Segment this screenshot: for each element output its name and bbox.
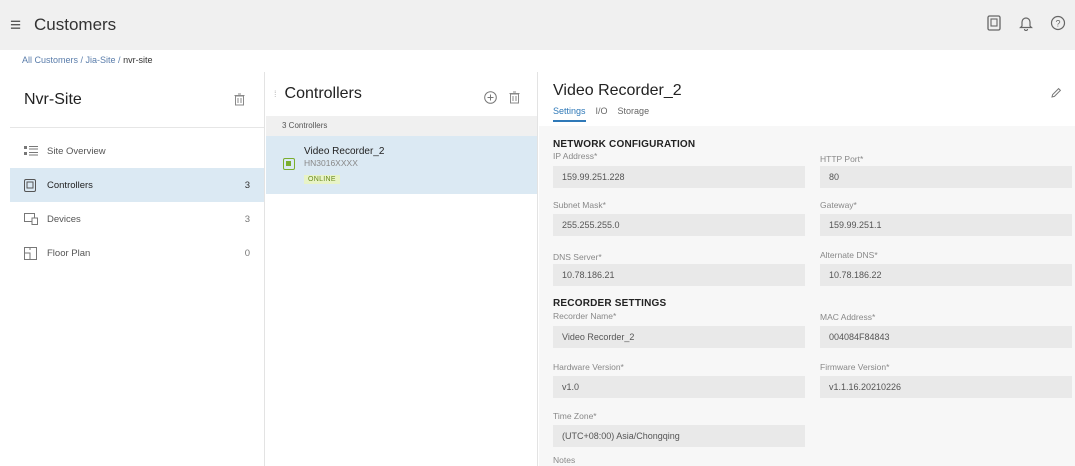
pencil-icon[interactable] xyxy=(1047,84,1065,102)
controller-serial: HN3016XXXX xyxy=(304,158,358,168)
hardware-version-field[interactable]: v1.0 xyxy=(553,376,805,398)
time-zone-label: Time Zone* xyxy=(553,411,597,421)
tab-storage[interactable]: Storage xyxy=(618,106,650,122)
controllers-count: 3 Controllers xyxy=(266,116,537,136)
settings-form: NETWORK CONFIGURATION IP Address* 159.99… xyxy=(539,126,1075,466)
trash-icon[interactable] xyxy=(505,88,523,106)
recorder-section-title: RECORDER SETTINGS xyxy=(553,298,667,309)
nav-item-label: Site Overview xyxy=(47,145,106,157)
time-zone-field[interactable]: (UTC+08:00) Asia/Chongqing xyxy=(553,425,805,447)
subnet-mask-label: Subnet Mask* xyxy=(553,200,606,210)
controllers-title: Controllers xyxy=(284,85,362,102)
tab-settings[interactable]: Settings xyxy=(553,106,586,122)
gateway-field[interactable]: 159.99.251.1 xyxy=(820,214,1072,236)
breadcrumb: All Customers / Jia-Site / nvr-site xyxy=(22,55,153,65)
site-header: Nvr-Site xyxy=(10,72,264,128)
controller-status-icon xyxy=(283,158,295,170)
controllers-panel: ⁞ Controllers 3 Controllers Video Record… xyxy=(266,72,538,466)
nav-item-count: 3 xyxy=(244,213,250,225)
site-panel: Nvr-Site Site Overview Controllers 3 Dev… xyxy=(10,72,265,466)
nav-item-controllers[interactable]: Controllers 3 xyxy=(10,168,264,202)
help-icon[interactable]: ? xyxy=(1049,14,1067,32)
mac-address-label: MAC Address* xyxy=(820,312,876,322)
controller-list-item[interactable]: Video Recorder_2 HN3016XXXX ONLINE xyxy=(266,136,537,194)
firmware-version-label: Firmware Version* xyxy=(820,362,890,372)
gateway-label: Gateway* xyxy=(820,200,857,210)
subnet-mask-field[interactable]: 255.255.255.0 xyxy=(553,214,805,236)
breadcrumb-link-jia-site[interactable]: Jia-Site xyxy=(86,55,116,65)
devices-icon xyxy=(24,213,38,225)
list-icon xyxy=(24,145,38,157)
add-circle-icon[interactable] xyxy=(481,88,499,106)
floor-plan-icon xyxy=(24,247,38,260)
top-bar: ≡ Customers ? xyxy=(0,0,1075,50)
detail-panel: Video Recorder_2 Settings I/O Storage NE… xyxy=(539,72,1075,466)
nav-item-label: Controllers xyxy=(47,179,93,191)
controllers-header: ⁞ Controllers xyxy=(266,72,537,116)
status-badge: ONLINE xyxy=(304,175,340,184)
hardware-version-label: Hardware Version* xyxy=(553,362,624,372)
nav-item-label: Floor Plan xyxy=(47,247,91,259)
drag-handle-icon[interactable]: ⁞ xyxy=(274,89,277,99)
nav-item-count: 3 xyxy=(244,179,250,191)
nav-item-label: Devices xyxy=(47,213,81,225)
tab-io[interactable]: I/O xyxy=(596,106,608,122)
ip-address-label: IP Address* xyxy=(553,151,598,161)
controller-name: Video Recorder_2 xyxy=(304,146,385,157)
dns-server-label: DNS Server* xyxy=(553,252,602,262)
bell-icon[interactable] xyxy=(1017,14,1035,32)
ip-address-field[interactable]: 159.99.251.228 xyxy=(553,166,805,188)
detail-title: Video Recorder_2 xyxy=(553,82,682,99)
nav-item-site-overview[interactable]: Site Overview xyxy=(10,134,264,168)
controller-icon xyxy=(24,179,38,192)
dns-server-field[interactable]: 10.78.186.21 xyxy=(553,264,805,286)
alternate-dns-label: Alternate DNS* xyxy=(820,250,878,260)
nav-item-count: 0 xyxy=(244,247,250,259)
network-section-title: NETWORK CONFIGURATION xyxy=(553,139,696,150)
detail-tabs: Settings I/O Storage xyxy=(553,106,1075,122)
breadcrumb-link-all-customers[interactable]: All Customers xyxy=(22,55,78,65)
device-icon[interactable] xyxy=(985,14,1003,32)
trash-icon[interactable] xyxy=(230,91,248,109)
site-name: Nvr-Site xyxy=(24,90,82,108)
recorder-name-label: Recorder Name* xyxy=(553,311,617,321)
http-port-field[interactable]: 80 xyxy=(820,166,1072,188)
alternate-dns-field[interactable]: 10.78.186.22 xyxy=(820,264,1072,286)
http-port-label: HTTP Port* xyxy=(820,154,864,164)
firmware-version-field[interactable]: v1.1.16.20210226 xyxy=(820,376,1072,398)
recorder-name-field[interactable]: Video Recorder_2 xyxy=(553,326,805,348)
page-title: Customers xyxy=(34,15,117,34)
nav-item-devices[interactable]: Devices 3 xyxy=(10,202,264,236)
mac-address-field[interactable]: 004084F84843 xyxy=(820,326,1072,348)
hamburger-menu-icon[interactable]: ≡ xyxy=(10,16,32,35)
breadcrumb-current: nvr-site xyxy=(123,55,153,65)
svg-text:?: ? xyxy=(1055,19,1060,29)
notes-label: Notes xyxy=(553,455,576,465)
nav-item-floor-plan[interactable]: Floor Plan 0 xyxy=(10,236,264,270)
detail-header: Video Recorder_2 Settings I/O Storage xyxy=(539,72,1075,126)
